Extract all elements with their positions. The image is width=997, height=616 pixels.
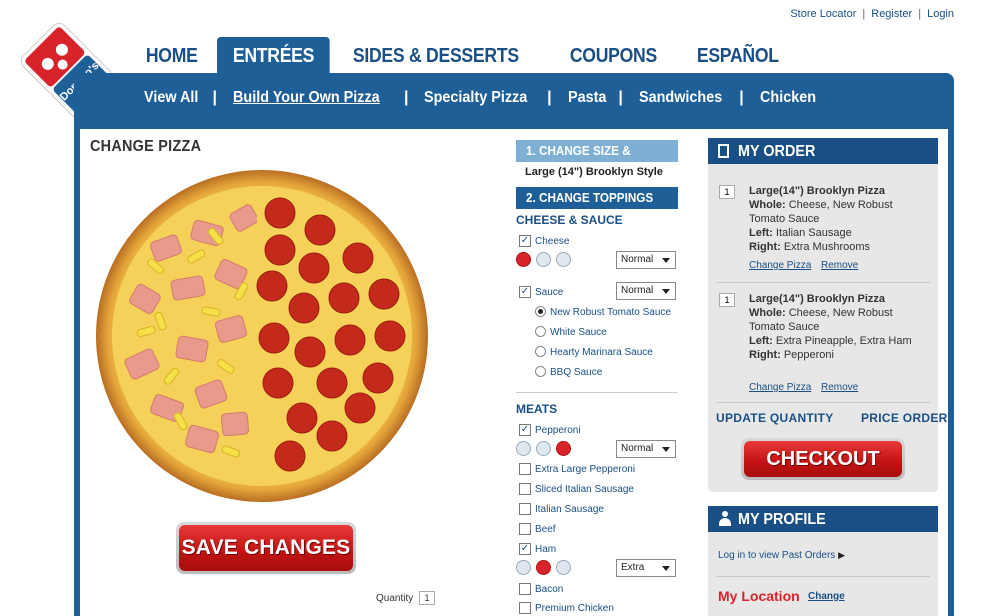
meat-checkbox[interactable] — [519, 463, 531, 475]
portion-right-icon[interactable] — [556, 441, 571, 456]
meat-label: Sliced Italian Sausage — [535, 484, 634, 495]
ham-amount-select[interactable]: Extra — [616, 559, 676, 577]
change-pizza-link[interactable]: Change Pizza — [749, 382, 811, 393]
cheese-sauce-heading: CHEESE & SAUCE — [516, 213, 623, 227]
sauce-checkbox[interactable]: ✓ — [519, 286, 531, 298]
meats-heading: MEATS — [516, 402, 558, 416]
meat-label: Premium Chicken — [535, 603, 614, 614]
register-link[interactable]: Register — [871, 8, 912, 20]
portion-whole-icon[interactable] — [516, 252, 531, 267]
cheese-checkbox[interactable]: ✓ — [519, 235, 531, 247]
tab-espanol[interactable]: ESPAÑOL — [681, 37, 795, 73]
ham-checkbox[interactable]: ✓ — [519, 543, 531, 555]
order-item-qty-input[interactable]: 1 — [719, 293, 735, 307]
portion-left-icon[interactable] — [536, 252, 551, 267]
page: Store Locator|Register|Login Domino's Pi… — [0, 0, 997, 616]
past-orders-link[interactable]: Log in to view Past Orders ▶ — [718, 550, 845, 561]
change-toppings-header[interactable]: 2. CHANGE TOPPINGS — [516, 187, 678, 209]
pepperoni-label: Pepperoni — [535, 425, 581, 436]
subnav-pasta[interactable]: Pasta — [568, 89, 606, 107]
sauce-label: Sauce — [535, 287, 564, 298]
profile-icon — [718, 511, 732, 527]
subnav-chicken[interactable]: Chicken — [760, 89, 816, 107]
sauce-option-label: White Sauce — [550, 327, 607, 338]
order-divider — [716, 282, 930, 283]
remove-link[interactable]: Remove — [821, 260, 858, 271]
change-pizza-link[interactable]: Change Pizza — [749, 260, 811, 271]
profile-divider — [716, 576, 930, 577]
order-item-details: Large(14") Brooklyn Pizza Whole: Cheese,… — [749, 293, 912, 361]
meat-label: Italian Sausage — [535, 504, 604, 515]
portion-whole-icon[interactable] — [516, 441, 531, 456]
portion-left-icon[interactable] — [536, 441, 551, 456]
tab-sides-desserts[interactable]: SIDES & DESSERTS — [337, 37, 535, 73]
subnav-specialty-pizza[interactable]: Specialty Pizza — [424, 89, 527, 107]
meat-label: Bacon — [535, 584, 564, 595]
sauce-radio-tomato[interactable] — [535, 306, 546, 317]
sauce-option-label: BBQ Sauce — [550, 367, 603, 378]
pepperoni-amount-select[interactable]: Normal — [616, 440, 676, 458]
ham-label: Ham — [535, 544, 557, 555]
quantity-label: Quantity — [376, 593, 414, 604]
main-nav: HOME ENTRÉES SIDES & DESSERTS COUPONS ES… — [130, 37, 802, 73]
order-divider — [716, 402, 930, 403]
meat-label: Extra Large Pepperoni — [535, 464, 636, 475]
subnav-build-your-own[interactable]: Build Your Own Pizza — [233, 89, 380, 107]
login-link[interactable]: Login — [927, 8, 954, 20]
update-quantity-link[interactable]: UPDATE QUANTITY — [716, 411, 834, 425]
checkout-button[interactable]: CHECKOUT — [741, 438, 905, 480]
utility-links: Store Locator | Register | Login — [790, 8, 954, 20]
portion-whole-icon[interactable] — [516, 560, 531, 575]
meat-checkbox[interactable] — [519, 602, 531, 614]
sauce-radio-white[interactable] — [535, 326, 546, 337]
order-item-details: Large(14") Brooklyn Pizza Whole: Cheese,… — [749, 185, 893, 253]
meat-label: Beef — [535, 524, 556, 535]
order-list-icon — [718, 144, 729, 158]
my-location-label: My Location — [718, 588, 800, 604]
pepperoni-checkbox[interactable]: ✓ — [519, 424, 531, 436]
pizza-preview — [96, 170, 428, 502]
sauce-radio-marinara[interactable] — [535, 346, 546, 357]
sauce-option-label: New Robust Tomato Sauce — [550, 307, 671, 318]
tab-entrees[interactable]: ENTRÉES — [216, 37, 330, 73]
meat-checkbox[interactable] — [519, 503, 531, 515]
subnav-view-all[interactable]: View All — [144, 89, 198, 107]
tab-coupons[interactable]: COUPONS — [554, 37, 673, 73]
meat-checkbox[interactable] — [519, 523, 531, 535]
arrow-right-icon: ▶ — [838, 550, 845, 560]
change-size-crust-header[interactable]: 1. CHANGE SIZE & CRUST — [516, 140, 678, 180]
save-changes-button[interactable]: SAVE CHANGES — [176, 522, 356, 574]
sauce-option-label: Hearty Marinara Sauce — [550, 347, 653, 358]
section-divider — [516, 392, 678, 393]
sauce-radio-bbq[interactable] — [535, 366, 546, 377]
store-locator-link[interactable]: Store Locator — [790, 8, 856, 20]
change-location-link[interactable]: Change — [808, 591, 845, 602]
price-order-link[interactable]: PRICE ORDER — [861, 411, 948, 425]
remove-link[interactable]: Remove — [821, 382, 858, 393]
portion-right-icon[interactable] — [556, 252, 571, 267]
quantity-input[interactable]: 1 — [419, 591, 435, 605]
subnav-sandwiches[interactable]: Sandwiches — [639, 89, 722, 107]
size-crust-value: Large (14") Brooklyn Style — [525, 166, 663, 178]
portion-right-icon[interactable] — [556, 560, 571, 575]
my-profile-header: MY PROFILE — [708, 506, 938, 532]
portion-left-icon[interactable] — [536, 560, 551, 575]
cheese-label: Cheese — [535, 236, 570, 247]
sauce-amount-select[interactable]: Normal — [616, 282, 676, 300]
my-order-header: MY ORDER — [708, 138, 938, 164]
tab-home[interactable]: HOME — [130, 37, 213, 73]
cheese-amount-select[interactable]: Normal — [616, 251, 676, 269]
meat-checkbox[interactable] — [519, 583, 531, 595]
order-item-qty-input[interactable]: 1 — [719, 185, 735, 199]
sub-nav: View All | Build Your Own Pizza | Specialt… — [144, 89, 816, 107]
meat-checkbox[interactable] — [519, 483, 531, 495]
change-pizza-title: CHANGE PIZZA — [90, 138, 202, 155]
